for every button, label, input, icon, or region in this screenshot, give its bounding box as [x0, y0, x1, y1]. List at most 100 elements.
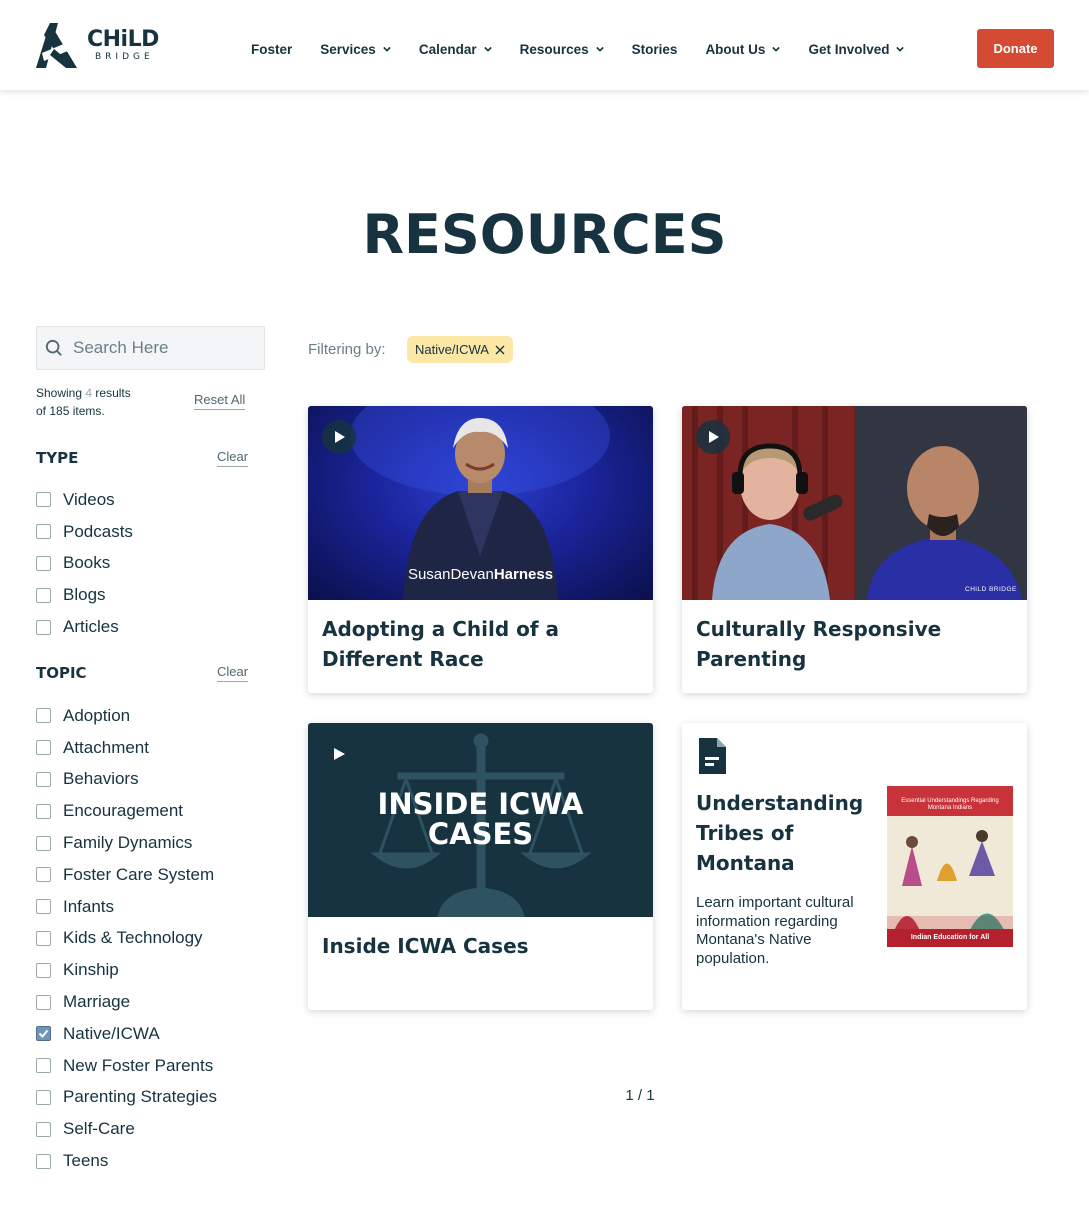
filter-option[interactable]: Behaviors	[36, 764, 217, 796]
checkbox[interactable]	[36, 524, 51, 540]
filter-option[interactable]: Videos	[36, 484, 133, 516]
results-count: Showing 4 results of 185 items.	[36, 384, 166, 420]
pagination: 1 / 1	[625, 1087, 655, 1104]
nav-stories[interactable]: Stories	[632, 42, 678, 57]
nav-foster-label: Foster	[251, 41, 293, 57]
play-button[interactable]	[696, 420, 730, 454]
close-icon[interactable]	[495, 345, 505, 355]
active-filter-chip[interactable]: Native/ICWA	[407, 336, 513, 363]
caption-first-name: SusanDevan	[407, 566, 494, 583]
filter-option-label: Encouragement	[63, 801, 184, 821]
filter-option-label: Native/ICWA	[63, 1023, 160, 1043]
chevron-down-icon	[896, 46, 905, 52]
checkbox[interactable]	[36, 994, 51, 1010]
resource-card[interactable]: SusanDevanHarness Adopting a Child of a …	[308, 406, 653, 693]
nav-stories-label: Stories	[631, 41, 678, 57]
card-title[interactable]: Understanding Tribes of Montana	[696, 788, 881, 878]
filter-option[interactable]: Family Dynamics	[36, 827, 217, 859]
checkbox[interactable]	[36, 740, 51, 756]
filter-option[interactable]: Native/ICWA	[36, 1018, 217, 1050]
search-input[interactable]	[73, 338, 253, 358]
filter-option[interactable]: Blogs	[36, 579, 133, 611]
filter-option-label: Attachment	[63, 737, 149, 757]
card-description: Learn important cultural information reg…	[696, 894, 854, 967]
resource-card[interactable]: INSIDE ICWA CASES Inside ICWA Cases	[308, 723, 653, 1010]
filter-option[interactable]: Foster Care System	[36, 859, 217, 891]
checkbox[interactable]	[36, 899, 51, 915]
checkbox[interactable]	[36, 587, 51, 603]
nav-about-us[interactable]: About Us	[705, 42, 781, 57]
checkbox[interactable]	[36, 930, 51, 946]
play-button[interactable]	[322, 420, 356, 454]
results-total: of 185 items.	[36, 404, 105, 418]
filter-option[interactable]: Articles	[36, 611, 133, 643]
book-cover: Essential Understandings Regarding Monta…	[887, 786, 1013, 947]
filter-option[interactable]: New Foster Parents	[36, 1050, 217, 1082]
checkbox[interactable]	[36, 803, 51, 819]
filter-option[interactable]: Adoption	[36, 700, 217, 732]
checkbox[interactable]	[36, 492, 51, 508]
checkbox[interactable]	[36, 619, 51, 635]
filter-option[interactable]: Self-Care	[36, 1113, 217, 1145]
nav-foster[interactable]: Foster	[251, 42, 292, 57]
nav-services[interactable]: Services	[320, 42, 391, 57]
logo-wordmark: CHiLD	[87, 26, 159, 52]
card-thumbnail: CHiLD BRIDGE	[682, 406, 1027, 600]
card-title[interactable]: Inside ICWA Cases	[322, 931, 642, 961]
card-title[interactable]: Culturally Responsive Parenting	[696, 614, 1016, 674]
card-title[interactable]: Adopting a Child of a Different Race	[322, 614, 642, 674]
play-button[interactable]	[332, 747, 346, 761]
filter-option[interactable]: Infants	[36, 891, 217, 923]
filter-option[interactable]: Kinship	[36, 954, 217, 986]
checkbox[interactable]	[36, 962, 51, 978]
checkbox[interactable]	[36, 1089, 51, 1105]
site-header: CHiLD BRIDGE Foster Services Calendar Re…	[0, 0, 1089, 90]
filter-option[interactable]: Teens	[36, 1145, 217, 1177]
chevron-down-icon	[483, 46, 492, 52]
checkbox[interactable]	[36, 1153, 51, 1169]
filter-option-label: Kinship	[63, 960, 119, 980]
filtering-by-label: Filtering by:	[308, 341, 386, 358]
child-bridge-logo[interactable]: CHiLD BRIDGE	[36, 22, 171, 68]
filter-option[interactable]: Kids & Technology	[36, 923, 217, 955]
filter-option[interactable]: Parenting Strategies	[36, 1082, 217, 1114]
filter-option-label: Foster Care System	[63, 864, 215, 884]
image-watermark: CHiLD BRIDGE	[965, 586, 1017, 593]
thumbnail-title: INSIDE ICWA CASES	[308, 789, 653, 849]
filter-option[interactable]: Attachment	[36, 732, 217, 764]
topic-clear-link[interactable]: Clear	[217, 664, 249, 682]
checkbox[interactable]	[36, 835, 51, 851]
reset-all-link[interactable]: Reset All	[194, 392, 246, 410]
card-thumbnail: INSIDE ICWA CASES	[308, 723, 653, 917]
filter-option[interactable]: Marriage	[36, 986, 217, 1018]
nav-calendar[interactable]: Calendar	[419, 42, 492, 57]
main-nav: Foster Services Calendar Resources Stori…	[251, 40, 932, 58]
filter-option[interactable]: Books	[36, 548, 133, 580]
filter-option-label: Marriage	[63, 992, 131, 1012]
checkbox[interactable]	[36, 708, 51, 724]
topic-filter-list: Adoption Attachment Behaviors Encouragement…	[36, 700, 217, 1177]
nav-get-involved[interactable]: Get Involved	[808, 42, 905, 57]
card-title-line: Understanding	[696, 791, 864, 815]
type-clear-link[interactable]: Clear	[217, 449, 249, 467]
checkbox[interactable]	[36, 1121, 51, 1137]
resource-card[interactable]: CHiLD BRIDGE Culturally Responsive Paren…	[682, 406, 1027, 693]
results-suffix: results	[95, 386, 131, 400]
checkbox-checked[interactable]	[36, 1026, 51, 1042]
checkbox[interactable]	[36, 867, 51, 883]
filter-option[interactable]: Podcasts	[36, 516, 133, 548]
donate-button[interactable]: Donate	[977, 29, 1054, 68]
resource-card[interactable]: Understanding Tribes of Montana Learn im…	[682, 723, 1027, 1010]
search-icon	[45, 339, 62, 356]
checkbox[interactable]	[36, 771, 51, 787]
search-box[interactable]	[36, 326, 265, 370]
checkbox[interactable]	[36, 555, 51, 571]
checkbox[interactable]	[36, 1058, 51, 1074]
filter-option-label: Podcasts	[63, 521, 133, 541]
nav-resources[interactable]: Resources	[520, 42, 604, 57]
filter-option[interactable]: Encouragement	[36, 795, 217, 827]
active-filter-label: Native/ICWA	[415, 342, 489, 357]
type-heading: TYPE	[36, 449, 79, 467]
filter-option-label: Behaviors	[63, 769, 139, 789]
results-number: 4	[85, 386, 93, 400]
